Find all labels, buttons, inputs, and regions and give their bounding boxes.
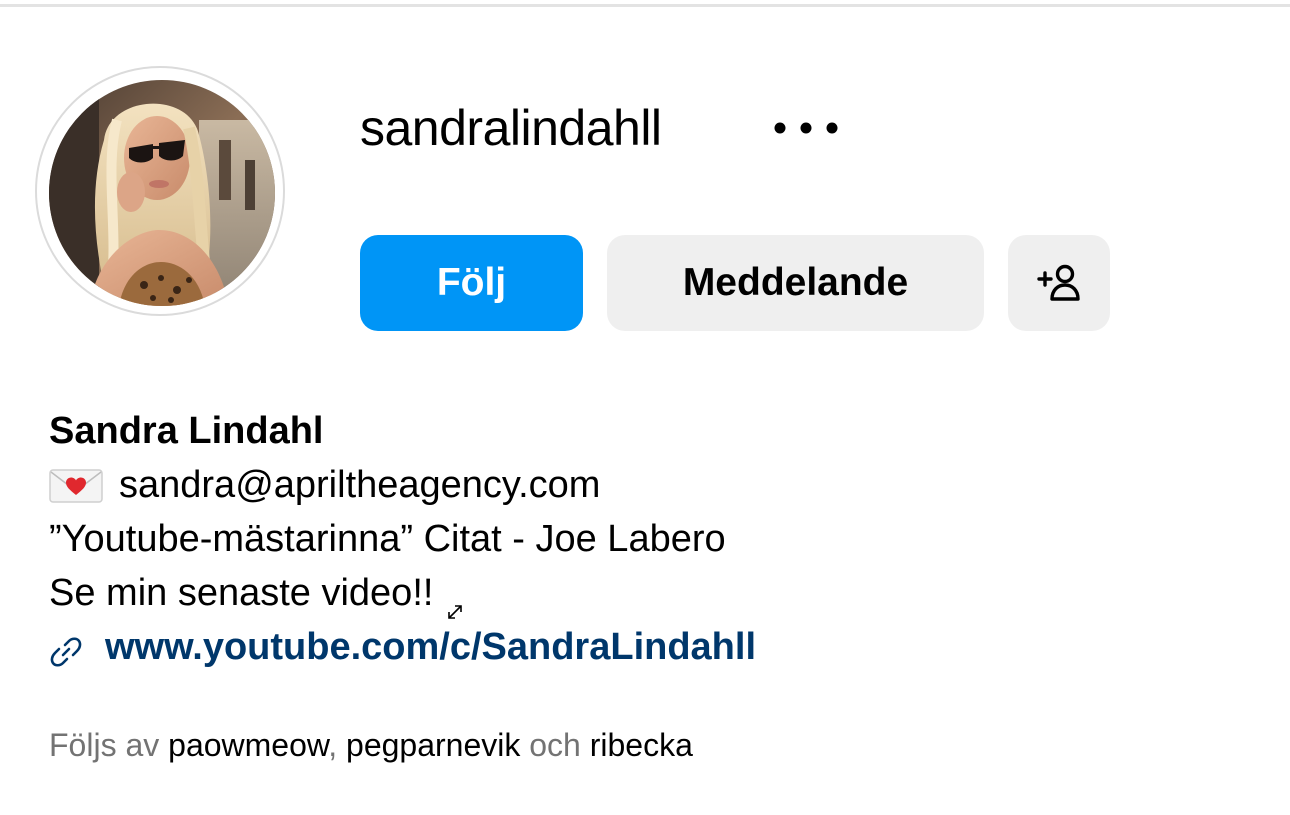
message-button[interactable]: Meddelande bbox=[607, 235, 984, 331]
bio-link[interactable]: www.youtube.com/c/SandraLindahll bbox=[105, 620, 756, 674]
bio-email: sandra@apriltheagency.com bbox=[119, 464, 601, 506]
followed-by-account[interactable]: paowmeow bbox=[168, 727, 328, 763]
username: sandralindahll bbox=[360, 100, 662, 156]
bio-video-line: Se min senaste video!! bbox=[49, 566, 1249, 620]
followed-by-conjunction: och bbox=[529, 727, 581, 763]
avatar-photo bbox=[49, 80, 275, 306]
link-icon bbox=[49, 630, 83, 667]
avatar-ring[interactable] bbox=[35, 66, 285, 316]
suggest-accounts-button[interactable] bbox=[1008, 235, 1110, 331]
bio-quote: ”Youtube-mästarinna” Citat - Joe Labero bbox=[49, 518, 726, 560]
display-name: Sandra Lindahl bbox=[49, 410, 324, 452]
bio-email-line: sandra@apriltheagency.com bbox=[49, 458, 1249, 512]
more-options-button[interactable] bbox=[770, 108, 842, 148]
followed-by-prefix: Följs av bbox=[49, 727, 160, 763]
followed-by[interactable]: Följs av paowmeow, pegparnevik och ribec… bbox=[49, 722, 693, 768]
bio-link-line[interactable]: www.youtube.com/c/SandraLindahll bbox=[49, 620, 1249, 674]
avatar[interactable] bbox=[49, 80, 275, 306]
more-horizontal-icon bbox=[774, 122, 838, 134]
followed-by-separator: , bbox=[328, 727, 338, 763]
followed-by-account[interactable]: pegparnevik bbox=[346, 727, 520, 763]
arrow-diagonal-icon bbox=[445, 583, 465, 619]
love-letter-icon bbox=[49, 466, 103, 504]
follow-button[interactable]: Följ bbox=[360, 235, 583, 331]
followed-by-account[interactable]: ribecka bbox=[590, 727, 693, 763]
top-divider bbox=[0, 4, 1290, 7]
add-person-icon bbox=[1037, 264, 1080, 301]
bio-video-text: Se min senaste video!! bbox=[49, 572, 434, 614]
bio: Sandra Lindahl sandra@apriltheagency.com… bbox=[49, 404, 1249, 674]
